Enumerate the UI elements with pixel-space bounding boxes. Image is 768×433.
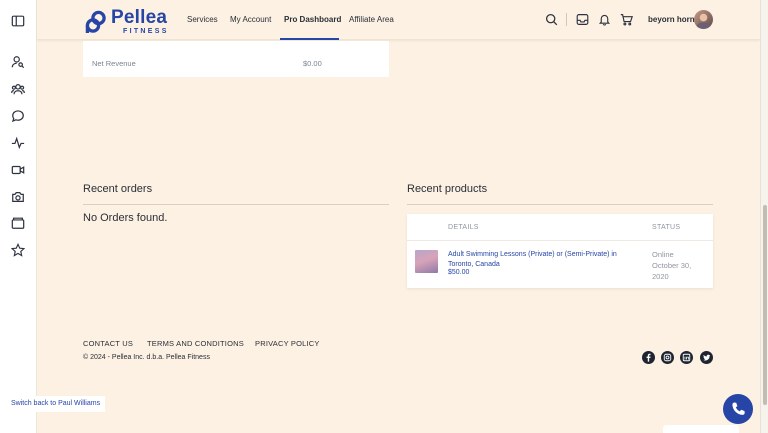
video-icon[interactable] xyxy=(11,163,25,177)
brand-subtitle: FITNESS xyxy=(123,28,169,35)
footer-privacy[interactable]: PRIVACY POLICY xyxy=(255,339,320,348)
footer-contact-us[interactable]: CONTACT US xyxy=(83,339,133,348)
product-status-date: October 30, 2020 xyxy=(652,260,692,281)
net-revenue-label: Net Revenue xyxy=(92,59,136,68)
avatar[interactable] xyxy=(694,10,713,29)
instagram-icon[interactable] xyxy=(661,351,674,364)
product-thumbnail[interactable] xyxy=(415,250,438,273)
brand-name: Pellea xyxy=(111,7,168,28)
nav-my-account[interactable]: My Account xyxy=(230,15,271,24)
cart-icon[interactable] xyxy=(620,13,633,26)
scrollbar-thumb[interactable] xyxy=(763,205,767,405)
phone-icon[interactable] xyxy=(723,394,753,424)
users-icon[interactable] xyxy=(11,82,25,96)
facebook-icon[interactable] xyxy=(642,351,655,364)
bell-icon[interactable] xyxy=(598,13,611,26)
switch-back-link[interactable]: Switch back to Paul Williams xyxy=(6,396,106,412)
folder-icon[interactable] xyxy=(11,216,25,230)
nav-pro-dashboard[interactable]: Pro Dashboard xyxy=(284,15,341,24)
top-header: Pellea FITNESS Services My Account Pro D… xyxy=(37,0,760,40)
star-icon[interactable] xyxy=(11,243,25,257)
left-sidebar xyxy=(0,0,37,433)
column-header-status: STATUS xyxy=(652,224,681,231)
user-name[interactable]: beyorn horn xyxy=(648,15,695,24)
chat-icon[interactable] xyxy=(11,109,25,123)
recent-products-divider xyxy=(407,204,713,205)
user-search-icon[interactable] xyxy=(11,55,25,69)
linkedin-icon[interactable] xyxy=(680,351,693,364)
recent-products-table: DETAILS STATUS Adult Swimming Lessons (P… xyxy=(407,214,713,288)
net-revenue-card: Net Revenue $0.00 xyxy=(83,41,389,77)
recent-products-title: Recent products xyxy=(407,183,488,195)
column-header-details: DETAILS xyxy=(448,224,479,231)
camera-icon[interactable] xyxy=(11,190,25,204)
inbox-icon[interactable] xyxy=(576,13,589,26)
active-nav-indicator xyxy=(280,38,339,40)
pellea-logo-icon xyxy=(85,10,106,33)
chat-widget-edge xyxy=(663,425,739,433)
product-status: Online October 30, 2020 xyxy=(652,250,707,283)
recent-orders-title: Recent orders xyxy=(83,183,153,195)
product-status-text: Online xyxy=(652,250,674,259)
table-header-divider xyxy=(407,240,713,241)
net-revenue-value: $0.00 xyxy=(303,59,322,68)
product-price: $50.00 xyxy=(448,269,470,276)
panel-toggle-icon[interactable] xyxy=(11,14,25,28)
brand-logo[interactable]: Pellea FITNESS xyxy=(85,8,169,35)
page-scrollbar[interactable] xyxy=(760,0,768,433)
header-divider xyxy=(566,13,567,26)
nav-services[interactable]: Services xyxy=(187,15,218,24)
no-orders-message: No Orders found. xyxy=(83,212,168,224)
copyright-text: © 2024 - Pellea Inc. d.b.a. Pellea Fitne… xyxy=(83,354,210,361)
twitter-icon[interactable] xyxy=(700,351,713,364)
recent-orders-divider xyxy=(83,204,389,205)
nav-affiliate-area[interactable]: Affiliate Area xyxy=(349,15,394,24)
footer-terms[interactable]: TERMS AND CONDITIONS xyxy=(147,339,244,348)
product-title-link[interactable]: Adult Swimming Lessons (Private) or (Sem… xyxy=(448,250,634,270)
search-icon[interactable] xyxy=(545,13,558,26)
activity-icon[interactable] xyxy=(11,136,25,150)
